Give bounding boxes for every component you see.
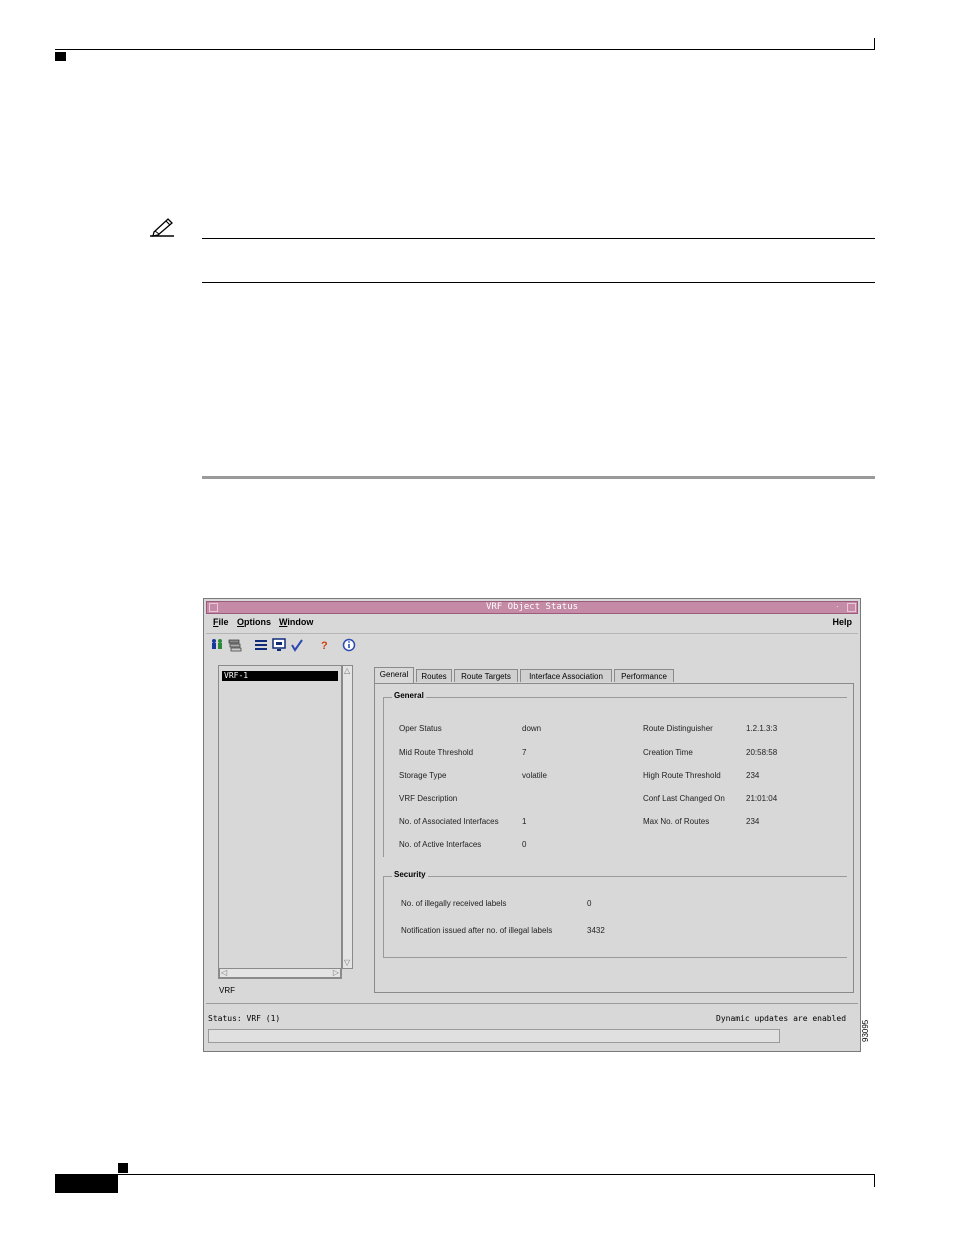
note-top-rule: [202, 238, 875, 239]
security-group-label: Security: [392, 870, 428, 879]
window-title: VRF Object Status: [485, 602, 579, 612]
field-value: 3432: [587, 926, 605, 935]
field-label: Mid Route Threshold: [399, 748, 474, 757]
menu-file[interactable]: File: [213, 617, 229, 627]
footer-marker-block: [55, 1175, 118, 1193]
menubar: File Options Window Help: [206, 615, 858, 632]
list-icon[interactable]: [254, 638, 268, 652]
footer-rule-tick: [874, 1175, 875, 1187]
checkmark-icon[interactable]: [290, 638, 304, 652]
menu-window[interactable]: Window: [279, 617, 313, 627]
window-titlebar[interactable]: VRF Object Status ·: [206, 601, 858, 614]
field-value: 234: [746, 817, 760, 826]
header-rule-tick: [874, 38, 875, 50]
menu-help[interactable]: Help: [832, 617, 852, 627]
status-message-field: [208, 1029, 780, 1043]
scroll-up-icon[interactable]: △: [344, 667, 350, 675]
status-divider: [206, 1003, 858, 1004]
menu-options[interactable]: Options: [237, 617, 271, 627]
security-group: Security No. of illegally received label…: [383, 870, 847, 958]
tab-general[interactable]: General: [374, 667, 414, 683]
field-value: 0: [522, 840, 527, 849]
section-rule: [202, 476, 875, 479]
note-pencil-icon: [148, 215, 178, 239]
header-marker: [55, 52, 66, 61]
svg-text:?: ?: [321, 640, 328, 652]
footer-rule: [55, 1174, 875, 1175]
stack-icon[interactable]: [228, 638, 242, 652]
field-label: No. of Associated Interfaces: [399, 817, 499, 826]
info-icon[interactable]: [342, 638, 356, 652]
field-value: 1: [522, 817, 527, 826]
general-group: General Oper Status down Mid Route Thres…: [383, 691, 847, 857]
field-value: 7: [522, 748, 527, 757]
field-value: 234: [746, 771, 760, 780]
field-label: High Route Threshold: [643, 771, 721, 780]
scroll-right-icon[interactable]: ▷: [333, 969, 339, 977]
tab-route-targets[interactable]: Route Targets: [454, 669, 518, 682]
monitor-icon[interactable]: [272, 638, 286, 652]
field-label: Conf Last Changed On: [643, 794, 725, 803]
maximize-button[interactable]: [847, 603, 856, 612]
footer-marker-small: [118, 1163, 128, 1173]
tree-vertical-scrollbar[interactable]: △ ▽: [342, 665, 353, 969]
status-text: Status: VRF (1): [208, 1014, 281, 1023]
field-value: down: [522, 724, 542, 733]
tab-performance[interactable]: Performance: [614, 669, 674, 682]
tab-interface-association[interactable]: Interface Association: [520, 669, 612, 682]
tree-caption: VRF: [219, 986, 235, 995]
field-label: Notification issued after no. of illegal…: [401, 926, 553, 935]
scroll-left-icon[interactable]: ◁: [221, 969, 227, 977]
note-bottom-rule: [202, 282, 875, 283]
field-label: Storage Type: [399, 771, 447, 780]
field-label: No. of Active Interfaces: [399, 840, 482, 849]
users-icon[interactable]: [210, 638, 224, 652]
help-question-icon[interactable]: ?: [317, 638, 331, 652]
field-label: Creation Time: [643, 748, 693, 757]
vrf-tree-item[interactable]: VRF-1: [222, 671, 338, 681]
vrf-object-status-window: VRF Object Status · File Options Window …: [203, 598, 861, 1052]
header-rule: [55, 49, 875, 50]
minimize-button[interactable]: ·: [836, 603, 845, 612]
field-label: VRF Description: [399, 794, 458, 803]
field-value: 21:01:04: [746, 794, 778, 803]
tree-horizontal-scrollbar[interactable]: ◁ ▷: [219, 968, 341, 978]
field-label: No. of illegally received labels: [401, 899, 507, 908]
dynamic-updates-status: Dynamic updates are enabled: [716, 1014, 847, 1023]
field-value: 1.2.1.3:3: [746, 724, 778, 733]
general-group-label: General: [392, 691, 426, 700]
field-value: 0: [587, 899, 592, 908]
general-tab-panel: General Oper Status down Mid Route Thres…: [374, 683, 854, 993]
figure-id: 93095: [861, 1019, 870, 1042]
vrf-tree-panel: VRF-1: [218, 665, 342, 979]
field-value: volatile: [522, 771, 547, 780]
tab-routes[interactable]: Routes: [416, 669, 452, 682]
field-label: Oper Status: [399, 724, 442, 733]
field-label: Max No. of Routes: [643, 817, 710, 826]
scroll-down-icon[interactable]: ▽: [344, 959, 350, 967]
toolbar: ?: [206, 633, 858, 656]
field-value: 20:58:58: [746, 748, 778, 757]
field-label: Route Distinguisher: [643, 724, 713, 733]
